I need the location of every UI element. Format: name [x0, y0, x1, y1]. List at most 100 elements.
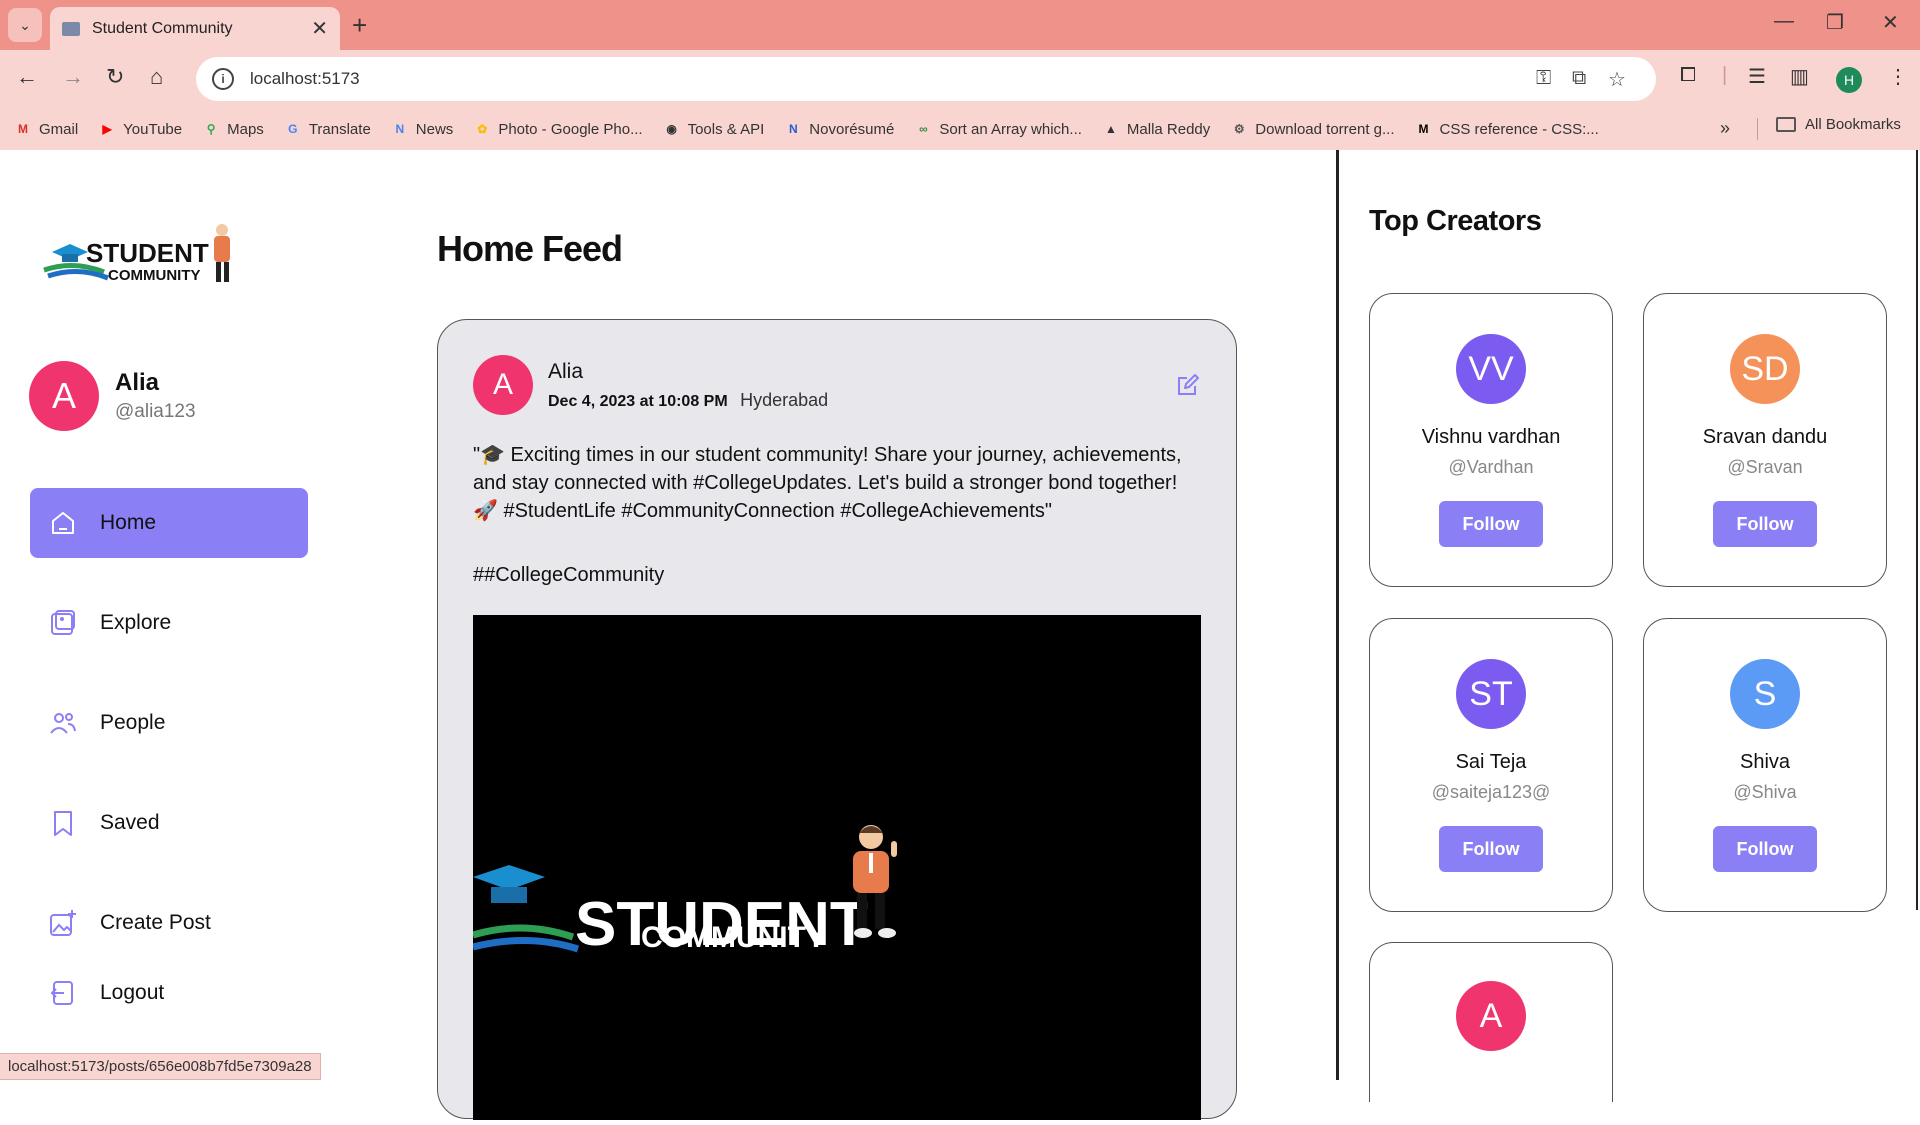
bookmark-label: CSS reference - CSS:... [1439, 120, 1599, 138]
more-bookmarks-icon[interactable]: » [1720, 118, 1730, 139]
profile-avatar[interactable]: H [1836, 67, 1862, 93]
top-creators-title: Top Creators [1369, 205, 1542, 237]
edit-icon[interactable] [1175, 372, 1201, 398]
reload-button[interactable]: ↻ [106, 64, 124, 90]
bookmark-item[interactable]: N Novorésumé [784, 121, 894, 138]
follow-button[interactable]: Follow [1439, 826, 1543, 872]
creator-card[interactable]: ST Sai Teja @saiteja123@ Follow [1369, 618, 1613, 912]
new-tab-button[interactable]: + [352, 10, 367, 41]
follow-button[interactable]: Follow [1439, 501, 1543, 547]
creator-card[interactable]: SD Sravan dandu @Sravan Follow [1643, 293, 1887, 587]
panel-border [1916, 150, 1918, 910]
bookmark-label: Photo - Google Pho... [498, 120, 643, 138]
star-icon[interactable]: ☆ [1608, 67, 1626, 92]
creator-card[interactable]: VV Vishnu vardhan @Vardhan Follow [1369, 293, 1613, 587]
sidebar-item-saved[interactable]: Saved [30, 788, 308, 858]
creator-card[interactable]: A [1369, 942, 1613, 1102]
creator-avatar[interactable]: SD [1730, 334, 1800, 404]
creator-name: Sravan dandu [1702, 426, 1828, 448]
chevron-down-icon: ⌄ [19, 16, 31, 33]
browser-tab[interactable]: Student Community ✕ [50, 7, 340, 50]
post-card[interactable]: A Alia Dec 4, 2023 at 10:08 PM Hyderabad… [437, 319, 1237, 1120]
post-tags: ##CollegeCommunity [473, 564, 665, 586]
sidebar-item-explore[interactable]: Explore [30, 588, 308, 658]
user-profile[interactable]: A Alia @alia123 [29, 361, 196, 431]
panel-divider [1336, 150, 1339, 1080]
bookmark-item[interactable]: ✿ Photo - Google Pho... [473, 121, 642, 138]
sidebar-item-people[interactable]: People [30, 688, 308, 758]
more-menu-icon[interactable]: ⋮ [1888, 64, 1908, 89]
bookmark-item[interactable]: ∞ Sort an Array which... [914, 121, 1082, 138]
bookmark-item[interactable]: M Gmail [14, 121, 78, 138]
bookmark-label: Novorésumé [809, 120, 895, 138]
site-info-icon[interactable]: i [212, 68, 234, 90]
people-icon [50, 713, 76, 734]
user-handle: @alia123 [115, 401, 196, 422]
sidebar-item-home[interactable]: Home [30, 488, 308, 558]
sidebar-item-create-post[interactable]: Create Post [30, 888, 308, 958]
bookmark-item[interactable]: M CSS reference - CSS:... [1415, 121, 1599, 138]
creator-avatar[interactable]: S [1730, 659, 1800, 729]
minimize-button[interactable]: — [1774, 10, 1794, 33]
bookmark-item[interactable]: N News [391, 120, 454, 138]
media-controls-icon[interactable]: ☰ [1748, 64, 1766, 89]
bookmark-item[interactable]: ◉ Tools & API [663, 121, 764, 138]
extensions-icon[interactable]: ⧠ [1680, 64, 1696, 87]
sidebar-item-label: Home [100, 511, 157, 534]
post-caption: "🎓 Exciting times in our student communi… [473, 444, 1182, 522]
sidebar-item-label: Logout [100, 981, 165, 1004]
url-text: localhost:5173 [250, 69, 360, 88]
restore-button[interactable]: ❐ [1826, 10, 1844, 35]
explore-icon [51, 610, 75, 635]
app-root: STUDENT COMMUNITY A Alia @alia123 Home E… [0, 150, 1920, 1120]
post-image-logo: STUDENT COMMUNITY [471, 825, 897, 959]
post-author-name[interactable]: Alia [548, 360, 583, 384]
user-avatar[interactable]: A [29, 361, 99, 431]
logo-text-bottom: COMMUNITY [108, 267, 201, 284]
tab-title: Student Community [92, 19, 233, 37]
all-bookmarks-label: All Bookmarks [1805, 116, 1901, 133]
tab-favicon-icon [62, 21, 80, 36]
forward-button[interactable]: → [62, 64, 84, 90]
bookmark-item[interactable]: G Translate [284, 121, 371, 138]
image-logo-text-bottom: COMMUNITY [641, 921, 826, 954]
maps-icon: ⚲ [206, 122, 216, 136]
follow-button[interactable]: Follow [1713, 826, 1817, 872]
creator-name: Sai Teja [1455, 751, 1527, 773]
home-button[interactable]: ⌂ [150, 64, 163, 90]
gmail-icon: M [18, 122, 28, 136]
student-community-logo[interactable]: STUDENT COMMUNITY [34, 220, 244, 290]
bookmark-label: Maps [227, 120, 264, 138]
translate-page-icon[interactable]: ⧉ [1572, 67, 1586, 90]
all-bookmarks-button[interactable]: All Bookmarks [1776, 116, 1901, 133]
post-author-avatar[interactable]: A [473, 355, 533, 415]
creator-handle: @Sravan [1727, 457, 1803, 477]
post-meta: Dec 4, 2023 at 10:08 PM Hyderabad [548, 390, 828, 411]
side-panel-icon[interactable]: ▥ [1790, 64, 1809, 89]
creator-handle: @saiteja123@ [1431, 782, 1551, 802]
youtube-icon: ▶ [102, 122, 112, 136]
key-icon[interactable]: ⚿ [1536, 67, 1551, 90]
novoresume-icon: N [788, 122, 798, 136]
creator-avatar[interactable]: A [1456, 981, 1526, 1051]
follow-button[interactable]: Follow [1713, 501, 1817, 547]
window-close-button[interactable]: ✕ [1882, 10, 1899, 35]
creator-name: Shiva [1739, 751, 1791, 773]
creator-avatar[interactable]: ST [1456, 659, 1526, 729]
sidebar-item-logout[interactable]: Logout [30, 958, 308, 1028]
creator-card[interactable]: S Shiva @Shiva Follow [1643, 618, 1887, 912]
tab-search-button[interactable]: ⌄ [8, 8, 42, 42]
bookmark-item[interactable]: ⚲ Maps [202, 121, 264, 138]
post-image[interactable]: STUDENT COMMUNITY [471, 615, 1201, 1120]
bookmark-item[interactable]: ⚙ Download torrent g... [1230, 121, 1395, 138]
bookmark-item[interactable]: ▶ YouTube [98, 121, 183, 138]
bookmark-label: News [415, 120, 454, 138]
address-bar[interactable]: i localhost:5173 ⚿ ⧉ ☆ [196, 57, 1656, 101]
bookmark-item[interactable]: ▲ Malla Reddy [1102, 121, 1210, 138]
creator-handle: @Shiva [1733, 782, 1797, 802]
bookmark-label: Malla Reddy [1126, 120, 1211, 138]
back-button[interactable]: ← [16, 64, 38, 90]
creator-avatar[interactable]: VV [1456, 334, 1526, 404]
close-icon[interactable]: ✕ [311, 16, 328, 41]
logo-text-top: STUDENT [86, 238, 209, 268]
